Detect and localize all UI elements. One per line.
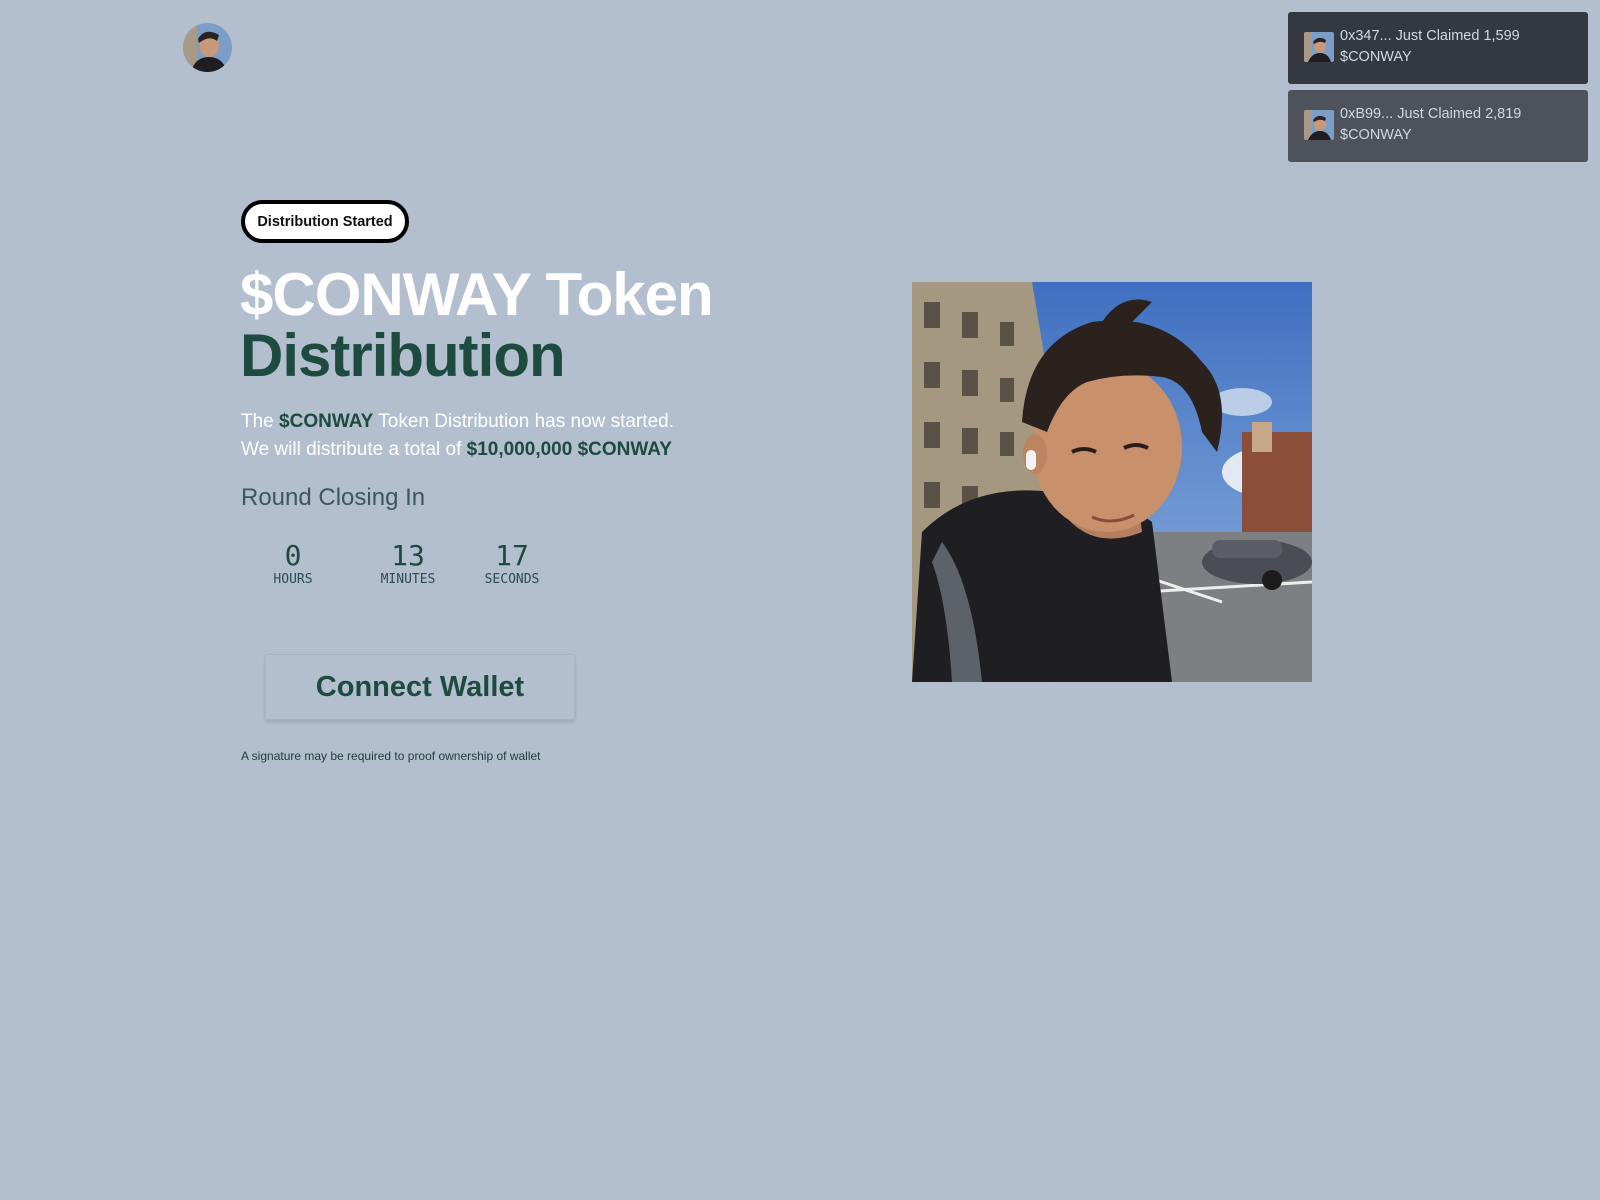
description-line-2: We will distribute a total of $10,000,00… — [241, 436, 674, 464]
countdown-seconds: 17 SECONDS — [460, 540, 564, 588]
description-line-1: The $CONWAY Token Distribution has now s… — [241, 408, 674, 436]
profile-photo — [912, 282, 1312, 682]
title-line-1: $CONWAY Token — [240, 261, 714, 328]
desc-text: We will distribute a total of — [241, 439, 467, 460]
countdown-hours: 0 HOURS — [262, 540, 324, 588]
connect-wallet-button[interactable]: Connect Wallet — [265, 654, 575, 720]
toast-message: 0x347... Just Claimed 1,599 $CONWAY — [1340, 28, 1520, 65]
claim-toast: 0x347... Just Claimed 1,599 $CONWAY — [1288, 12, 1588, 84]
seconds-value: 17 — [495, 539, 529, 572]
profile-avatar-icon[interactable] — [183, 23, 232, 72]
signature-note: A signature may be required to proof own… — [241, 749, 541, 763]
hours-label: HOURS — [273, 572, 313, 587]
seconds-label: SECONDS — [484, 572, 540, 587]
amount-highlight: $10,000,000 $CONWAY — [466, 439, 672, 460]
desc-text: The — [241, 411, 280, 432]
claim-toast: 0xB99... Just Claimed 2,819 $CONWAY — [1288, 90, 1588, 162]
minutes-value: 13 — [391, 539, 425, 572]
countdown-title: Round Closing In — [241, 484, 426, 511]
status-badge: Distribution Started — [241, 200, 409, 243]
toast-avatar-icon — [1304, 110, 1334, 140]
desc-text: Token Distribution has now started. — [373, 411, 675, 432]
toast-message: 0xB99... Just Claimed 2,819 $CONWAY — [1340, 106, 1522, 143]
minutes-label: MINUTES — [380, 572, 436, 587]
title-line-2: Distribution — [240, 322, 566, 389]
toast-avatar-icon — [1304, 32, 1334, 62]
countdown-timer: 0 HOURS 13 MINUTES 17 SECONDS — [262, 540, 564, 588]
description: The $CONWAY Token Distribution has now s… — [241, 408, 674, 464]
hours-value: 0 — [284, 539, 302, 572]
countdown-minutes: 13 MINUTES — [356, 540, 460, 588]
token-highlight: $CONWAY — [279, 411, 374, 432]
page: 0x347... Just Claimed 1,599 $CONWAY 0xB9… — [0, 0, 1600, 1200]
page-title: $CONWAY Token Distribution — [240, 261, 714, 389]
